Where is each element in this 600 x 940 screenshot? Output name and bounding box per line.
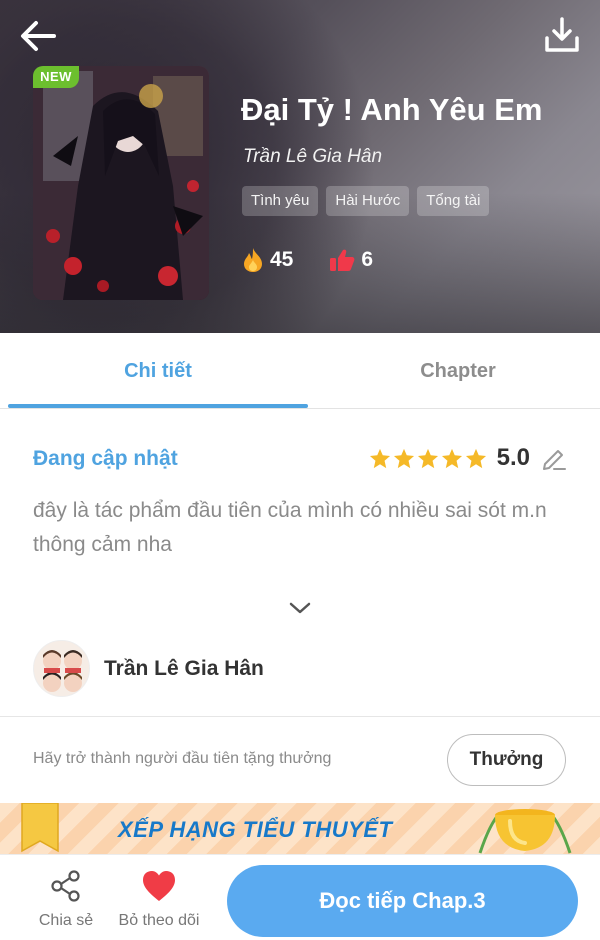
star-icon <box>441 448 462 468</box>
star-icon <box>465 448 486 468</box>
reward-prompt: Hãy trở thành người đầu tiên tặng thưởng <box>33 750 332 767</box>
author-profile-row[interactable]: Trần Lê Gia Hân <box>33 640 264 697</box>
download-icon[interactable] <box>540 14 584 58</box>
section-divider <box>0 716 600 717</box>
tab-chapter[interactable]: Chapter <box>308 333 600 409</box>
banner-title: XẾP HẠNG TIỂU THUYẾT <box>118 817 393 842</box>
bottom-action-bar: Chia sẻ Bỏ theo dõi Đọc tiếp Chap.3 <box>0 854 600 940</box>
like-count: 6 <box>361 248 374 271</box>
like-stat: 6 <box>329 248 373 272</box>
story-author[interactable]: Trần Lê Gia Hân <box>243 146 382 168</box>
tab-details[interactable]: Chi tiết <box>8 333 308 409</box>
tag-item[interactable]: Tổng tài <box>417 186 490 216</box>
continue-reading-button[interactable]: Đọc tiếp Chap.3 <box>227 865 578 937</box>
share-label: Chia sẻ <box>38 912 94 929</box>
edit-pencil-icon[interactable] <box>540 444 568 472</box>
hot-count: 45 <box>270 248 294 271</box>
tag-item[interactable]: Tình yêu <box>242 186 319 216</box>
rating-block: 5.0 <box>369 444 568 472</box>
unfollow-label: Bỏ theo dõi <box>118 912 200 929</box>
back-arrow-icon[interactable] <box>16 14 60 58</box>
thumbs-up-icon <box>330 249 355 271</box>
star-icon <box>369 448 390 468</box>
rating-value: 5.0 <box>496 444 530 471</box>
story-header: NEW Đại Tỷ ! Anh Yêu Em Trần Lê Gia Hân … <box>0 0 600 333</box>
story-description: đây là tác phẩm đầu tiên của mình có nhi… <box>33 499 547 556</box>
rating-stars <box>369 448 487 469</box>
author-avatar[interactable] <box>33 640 90 697</box>
star-icon <box>417 448 438 468</box>
story-title: Đại Tỷ ! Anh Yêu Em <box>241 92 543 127</box>
star-icon <box>393 448 414 468</box>
fire-icon <box>244 248 262 272</box>
author-name[interactable]: Trần Lê Gia Hân <box>104 657 264 681</box>
heart-icon <box>143 871 175 901</box>
reward-button[interactable]: Thưởng <box>447 734 566 786</box>
hot-stat: 45 <box>242 247 293 273</box>
story-cover-image[interactable] <box>33 66 209 300</box>
unfollow-button[interactable]: Bỏ theo dõi <box>114 869 204 930</box>
active-tab-indicator <box>8 404 308 408</box>
expand-chevron-icon[interactable] <box>286 598 314 618</box>
tab-bar: Chi tiết Chapter <box>0 333 600 409</box>
tag-item[interactable]: Hài Hước <box>326 186 410 216</box>
tag-list: Tình yêu Hài Hước Tổng tài <box>242 186 490 216</box>
share-button[interactable]: Chia sẻ <box>21 869 111 930</box>
new-badge: NEW <box>33 66 79 88</box>
share-icon <box>51 870 80 902</box>
update-status: Đang cập nhật <box>33 447 178 470</box>
story-stats: 45 6 <box>242 247 409 273</box>
